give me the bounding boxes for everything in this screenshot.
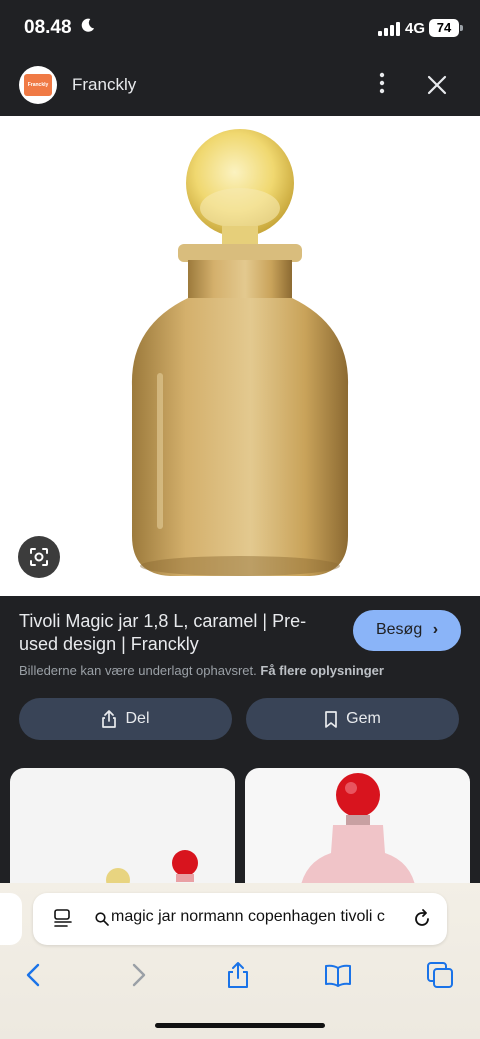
close-icon[interactable] [426,74,448,96]
visit-label: Besøg [375,621,423,639]
site-avatar[interactable]: Franckly [19,66,57,104]
reload-icon[interactable] [411,908,433,930]
more-info-link[interactable]: Få flere oplysninger [260,663,384,678]
more-vertical-icon[interactable] [375,70,389,96]
browser-toolbar: magic jar normann copenhagen tivoli c [0,883,480,1039]
save-label: Gem [346,710,381,727]
share-label: Del [125,710,150,727]
result-title[interactable]: Tivoli Magic jar 1,8 L, caramel | Pre-us… [19,610,339,656]
back-icon[interactable] [20,961,48,989]
address-bar[interactable]: magic jar normann copenhagen tivoli c [33,893,447,945]
reader-icon[interactable] [53,909,73,929]
google-lens-button[interactable] [18,536,60,578]
bookmark-icon [325,710,338,728]
source-header: Franckly Franckly [0,56,480,116]
search-icon [95,912,109,926]
visit-button[interactable]: Besøg › [353,610,461,651]
status-time: 08.48 [24,17,72,38]
jar-image [131,129,349,576]
network-type: 4G [405,20,426,37]
copyright-text: Billederne kan være underlagt ophavsret. [19,663,257,678]
bookmarks-icon[interactable] [324,961,352,989]
forward-icon[interactable] [124,961,152,989]
chevron-right-icon: › [432,621,439,639]
home-indicator [155,1023,325,1028]
share-icon[interactable] [224,961,252,989]
previous-tab-edge[interactable] [0,893,22,945]
share-button[interactable]: Del [19,698,232,740]
share-icon [102,710,117,728]
site-name[interactable]: Franckly [72,75,136,95]
status-bar: 08.48 4G 74 [0,0,480,56]
address-text[interactable]: magic jar normann copenhagen tivoli c [111,908,396,926]
moon-icon [81,18,95,32]
copyright-notice: Billederne kan være underlagt ophavsret.… [19,663,384,678]
battery-level: 74 [429,19,459,37]
tabs-icon[interactable] [426,961,454,989]
lens-icon [30,548,48,566]
battery-nub [460,25,463,31]
site-logo: Franckly [24,74,52,96]
save-button[interactable]: Gem [246,698,459,740]
main-image[interactable] [0,116,480,596]
signal-icon [378,22,400,36]
